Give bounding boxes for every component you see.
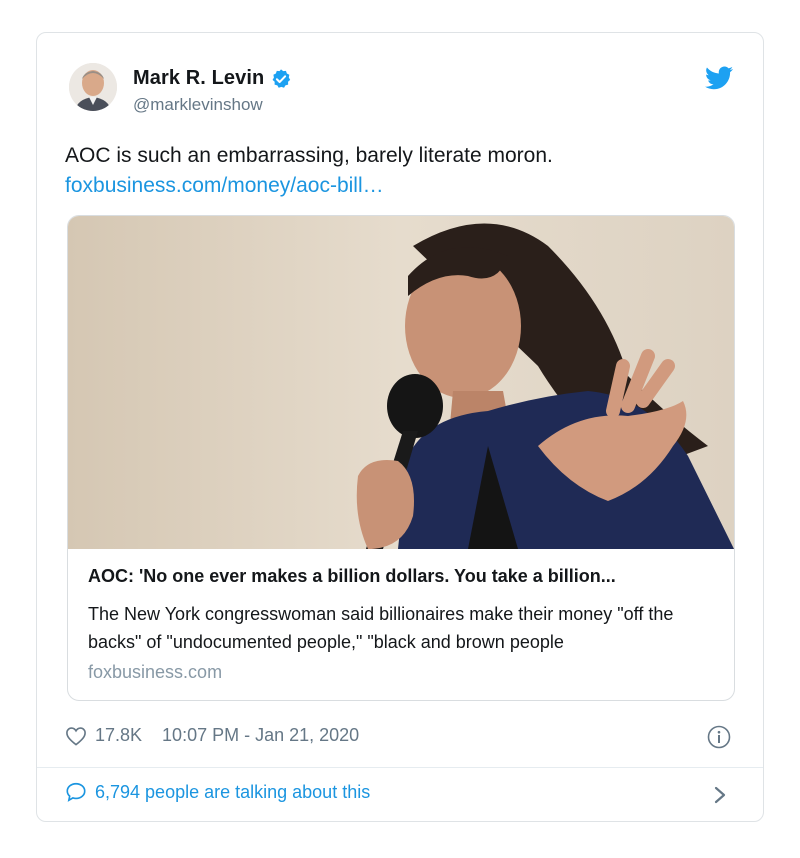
conversation-link[interactable]: 6,794 people are talking about this (65, 781, 370, 803)
article-photo (68, 216, 734, 549)
link-card-domain: foxbusiness.com (88, 662, 223, 682)
author-handle[interactable]: @marklevinshow (133, 95, 263, 115)
avatar[interactable] (69, 63, 117, 111)
like-count[interactable]: 17.8K (95, 725, 142, 746)
speech-bubble-icon (66, 782, 86, 802)
verified-badge-icon (272, 68, 291, 88)
heart-icon[interactable] (65, 726, 87, 746)
link-card-title[interactable]: AOC: 'No one ever makes a billion dollar… (88, 566, 718, 587)
link-preview-card[interactable]: AOC: 'No one ever makes a billion dollar… (67, 215, 735, 701)
tweet-link[interactable]: foxbusiness.com/money/aoc-bill… (65, 171, 384, 201)
link-card-description: The New York congresswoman said billiona… (88, 604, 674, 652)
timestamp[interactable]: 10:07 PM - Jan 21, 2020 (162, 725, 359, 746)
twitter-bird-icon[interactable] (705, 66, 733, 90)
tweet-meta: 17.8K 10:07 PM - Jan 21, 2020 (65, 725, 359, 746)
talking-count[interactable]: 6,794 people are talking about this (95, 782, 370, 803)
author-row: Mark R. Levin (133, 67, 292, 90)
tweet-card: Mark R. Levin @marklevinshow AOC is such… (36, 32, 764, 822)
info-icon[interactable] (707, 725, 731, 749)
divider (37, 767, 763, 768)
author-name[interactable]: Mark R. Levin (133, 67, 264, 90)
chevron-right-icon[interactable] (713, 785, 727, 805)
tweet-text: AOC is such an embarrassing, barely lite… (65, 144, 553, 167)
